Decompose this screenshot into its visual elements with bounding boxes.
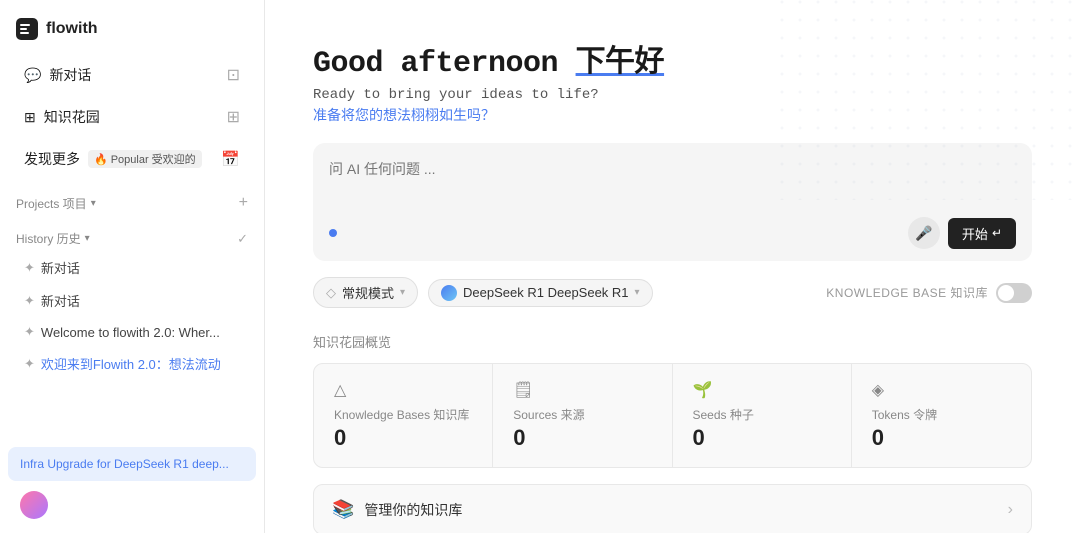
history-section-header: History 历史 ▾ ✓: [0, 222, 264, 251]
enter-icon: ↵: [992, 226, 1002, 240]
seeds-icon: 🌱: [693, 380, 713, 400]
list-item[interactable]: ✦ 新对话: [8, 252, 256, 283]
history-label: History 历史: [16, 230, 81, 247]
knowledge-garden-label: 知识花园: [44, 107, 100, 127]
sparkle-icon: ✦: [24, 324, 35, 340]
token-icon: ◈: [872, 380, 884, 400]
kg-card-label-tokens: Tokens 令牌: [872, 406, 937, 423]
main-content-wrapper: Good afternoon 下午好 Ready to bring your i…: [265, 0, 1080, 533]
mode-selection-row: ◇ 常规模式 ▾ DeepSeek R1 DeepSeek R1 ▾ KNOWL…: [313, 277, 1032, 308]
kg-card-value-knowledge-bases: 0: [334, 425, 346, 451]
sparkle-icon: ✦: [24, 293, 35, 309]
kg-card-value-tokens: 0: [872, 425, 884, 451]
sources-icon: 🗒: [513, 380, 533, 400]
blue-dot-indicator: [329, 229, 337, 237]
logo-text: flowith: [46, 20, 98, 38]
discover-label: 发现更多: [24, 149, 80, 169]
knowledge-base-toggle-label: KNOWLEDGE BASE 知识库: [826, 284, 988, 301]
fire-icon: 🔥: [94, 153, 108, 166]
kg-card-label-seeds: Seeds 种子: [693, 406, 754, 423]
history-item-label: 新对话: [41, 258, 80, 277]
kg-card-knowledge-bases[interactable]: △ Knowledge Bases 知识库 0: [314, 364, 493, 467]
diamond-icon: ◇: [326, 285, 336, 301]
greeting-cn: 下午好: [576, 47, 665, 81]
start-button[interactable]: 开始 ↵: [948, 218, 1016, 249]
chat-bubble-icon: 💬: [24, 67, 41, 84]
triangle-icon: △: [334, 380, 346, 400]
kg-card-label-sources: Sources 来源: [513, 406, 584, 423]
sidebar-bottom: Infra Upgrade for DeepSeek R1 deep...: [0, 437, 264, 533]
deepseek-icon: [441, 285, 457, 301]
history-label-toggle[interactable]: History 历史 ▾: [16, 230, 90, 247]
list-item[interactable]: ✦ 新对话: [8, 285, 256, 316]
library-icon: 📚: [332, 499, 354, 520]
history-item-label: 欢迎来到Flowith 2.0：想法流动: [41, 354, 221, 373]
new-chat-label: 新对话: [49, 65, 91, 85]
upgrade-banner[interactable]: Infra Upgrade for DeepSeek R1 deep...: [8, 447, 256, 481]
history-item-label: 新对话: [41, 291, 80, 310]
greeting-subtitle-cn: 准备将您的想法栩栩如生吗？: [313, 105, 1032, 125]
sparkle-icon: ✦: [24, 260, 35, 276]
history-check-button[interactable]: ✓: [237, 231, 248, 247]
user-avatar-row: [8, 481, 256, 523]
projects-section-header: Projects 项目 ▾ +: [0, 186, 264, 216]
sparkle-icon: ✦: [24, 356, 35, 372]
list-item[interactable]: ✦ Welcome to flowith 2.0: Wher...: [8, 318, 256, 346]
kg-cards-grid: △ Knowledge Bases 知识库 0 🗒 Sources 来源 0 🌱…: [313, 363, 1032, 468]
kg-section-title: 知识花园概览: [313, 332, 1032, 351]
knowledge-garden-section: 知识花园概览 △ Knowledge Bases 知识库 0 🗒 Sources…: [313, 332, 1032, 468]
knowledge-garden-action-icon: ⊞: [227, 107, 240, 127]
projects-chevron-icon: ▾: [91, 198, 96, 209]
projects-label: Projects 项目: [16, 195, 87, 212]
calendar-icon: 📅: [221, 150, 240, 168]
normal-mode-button[interactable]: ◇ 常规模式 ▾: [313, 277, 418, 308]
chat-input-box: 🎤 开始 ↵: [313, 143, 1032, 261]
mic-button[interactable]: 🎤: [908, 217, 940, 249]
kg-card-sources[interactable]: 🗒 Sources 来源 0: [493, 364, 672, 467]
popular-badge: 🔥 Popular 受欢迎的: [88, 150, 202, 168]
chat-input-actions: 🎤 开始 ↵: [329, 217, 1016, 249]
projects-label-toggle[interactable]: Projects 项目 ▾: [16, 195, 96, 212]
knowledge-base-toggle-switch[interactable]: [996, 283, 1032, 303]
sidebar-item-knowledge-garden[interactable]: ⊞ 知识花园 ⊞: [8, 97, 256, 137]
greeting-title: Good afternoon 下午好: [313, 36, 1032, 81]
chat-input[interactable]: [329, 159, 1016, 209]
sidebar-item-new-chat[interactable]: 💬 新对话 ⊡: [8, 55, 256, 95]
new-chat-action-icon: ⊡: [227, 65, 240, 85]
kg-card-tokens[interactable]: ◈ Tokens 令牌 0: [852, 364, 1031, 467]
flowith-logo-icon: [16, 18, 38, 40]
greeting-subtitle-en: Ready to bring your ideas to life?: [313, 87, 1032, 103]
kg-card-value-seeds: 0: [693, 425, 705, 451]
sidebar: flowith 💬 新对话 ⊡ ⊞ 知识花园 ⊞ 发现更多 🔥 Popular …: [0, 0, 265, 533]
manage-kb-label: 管理你的知识库: [364, 500, 462, 520]
kg-card-label-knowledge-bases: Knowledge Bases 知识库: [334, 406, 469, 423]
deepseek-chevron-icon: ▾: [635, 287, 640, 298]
chevron-right-icon: ›: [1008, 501, 1013, 519]
projects-add-button[interactable]: +: [239, 194, 248, 212]
history-chevron-icon: ▾: [85, 233, 90, 244]
kg-card-value-sources: 0: [513, 425, 525, 451]
sidebar-item-discover[interactable]: 发现更多 🔥 Popular 受欢迎的 📅: [8, 139, 256, 179]
knowledge-base-toggle-row: KNOWLEDGE BASE 知识库: [826, 283, 1032, 303]
logo-area: flowith: [0, 0, 264, 54]
grid-icon: ⊞: [24, 109, 36, 126]
deepseek-mode-button[interactable]: DeepSeek R1 DeepSeek R1 ▾: [428, 279, 653, 307]
history-item-label: Welcome to flowith 2.0: Wher...: [41, 325, 220, 340]
main-content: Good afternoon 下午好 Ready to bring your i…: [265, 0, 1080, 533]
manage-knowledge-base-banner[interactable]: 📚 管理你的知识库 ›: [313, 484, 1032, 533]
avatar: [20, 491, 48, 519]
list-item[interactable]: ✦ 欢迎来到Flowith 2.0：想法流动: [8, 348, 256, 379]
kg-card-seeds[interactable]: 🌱 Seeds 种子 0: [673, 364, 852, 467]
mode-chevron-icon: ▾: [400, 287, 405, 298]
